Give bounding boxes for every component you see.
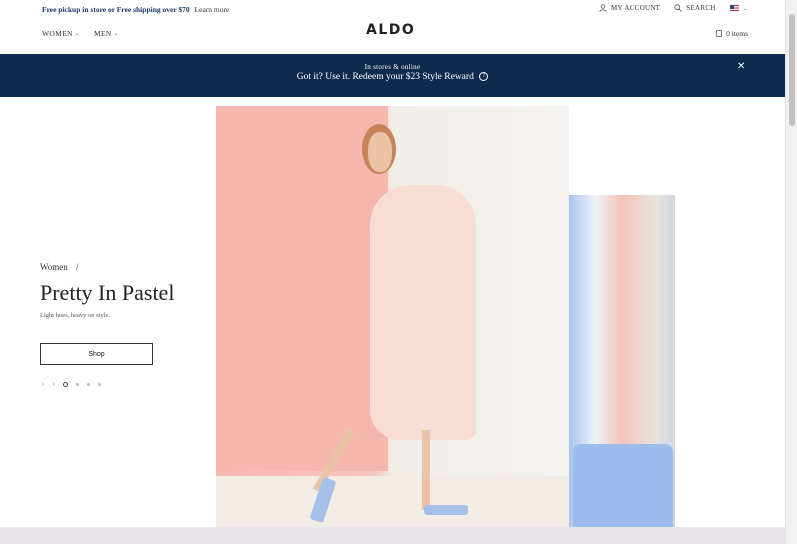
banner-message[interactable]: Got it? Use it. Redeem your $23 Style Re…	[0, 72, 785, 82]
cart-count: 0 items	[726, 29, 748, 38]
chevron-down-icon: ⌄	[113, 31, 119, 37]
carousel-controls: ‹ ›	[42, 380, 101, 388]
chevron-down-icon: ⌄	[742, 5, 748, 12]
shopping-bag-icon	[716, 30, 723, 37]
promo-text: Free pickup in store or Free shipping ov…	[42, 5, 190, 14]
search-icon	[674, 4, 683, 12]
pink-backdrop	[216, 106, 388, 471]
banner-eyebrow: In stores & online	[364, 63, 421, 71]
hero-subtitle: Light hues, heavy on style.	[40, 312, 111, 319]
question-circle-icon[interactable]: ?	[479, 72, 489, 82]
chevron-left-icon[interactable]: ‹	[42, 380, 44, 388]
us-flag-icon	[729, 5, 739, 11]
banner-message-text: Got it? Use it. Redeem your $23 Style Re…	[296, 72, 474, 82]
main-nav: WOMEN ⌄ MEN ⌄ ALDO 0 items	[0, 20, 785, 54]
nav-men[interactable]: MEN ⌄	[94, 29, 119, 38]
search-button[interactable]: SEARCH	[674, 4, 715, 12]
promo-message: Free pickup in store or Free shipping ov…	[42, 5, 229, 14]
carousel-dot-3[interactable]	[86, 382, 90, 386]
breadcrumb-women[interactable]: Women	[40, 262, 68, 272]
country-selector[interactable]: ⌄	[729, 5, 748, 12]
utility-bar: Free pickup in store or Free shipping ov…	[0, 0, 785, 20]
utility-actions: MY ACCOUNT SEARCH ⌄	[599, 4, 748, 12]
page-scrollbar[interactable]	[785, 0, 797, 544]
shoe-right	[424, 505, 468, 515]
nav-women[interactable]: WOMEN ⌄	[42, 29, 80, 38]
chevron-down-icon: ⌄	[74, 31, 80, 37]
carousel-dot-4[interactable]	[97, 382, 101, 386]
style-reward-banner: In stores & online Got it? Use it. Redee…	[0, 54, 785, 97]
shop-button[interactable]: Shop	[40, 343, 153, 365]
hero-title: Pretty In Pastel	[40, 280, 175, 305]
breadcrumb-separator: /	[76, 262, 79, 272]
learn-more-link[interactable]: Learn more	[195, 5, 230, 14]
my-account-label: MY ACCOUNT	[611, 4, 661, 12]
carousel-dot-2[interactable]	[75, 382, 79, 386]
nav-men-label: MEN	[94, 29, 112, 38]
search-label: SEARCH	[686, 4, 716, 12]
nav-women-label: WOMEN	[42, 29, 73, 38]
nav-categories: WOMEN ⌄ MEN ⌄	[42, 29, 119, 38]
model-dress	[370, 185, 476, 440]
model-face	[368, 132, 392, 172]
model-leg-right	[422, 430, 430, 510]
scrollbar-thumb[interactable]	[789, 14, 795, 126]
close-icon[interactable]: ✕	[737, 61, 745, 72]
aldo-logo[interactable]: ALDO	[366, 22, 415, 38]
hero-copy: Women / Pretty In Pastel Light hues, hea…	[40, 262, 220, 319]
carousel-dot-1[interactable]	[62, 381, 68, 387]
next-section-strip	[0, 527, 785, 544]
my-account-link[interactable]: MY ACCOUNT	[599, 4, 660, 12]
hero-secondary-image[interactable]	[569, 195, 675, 544]
chevron-right-icon[interactable]: ›	[52, 380, 54, 388]
cart-link[interactable]: 0 items	[716, 29, 748, 38]
user-icon	[599, 4, 607, 12]
breadcrumb: Women /	[40, 262, 220, 272]
